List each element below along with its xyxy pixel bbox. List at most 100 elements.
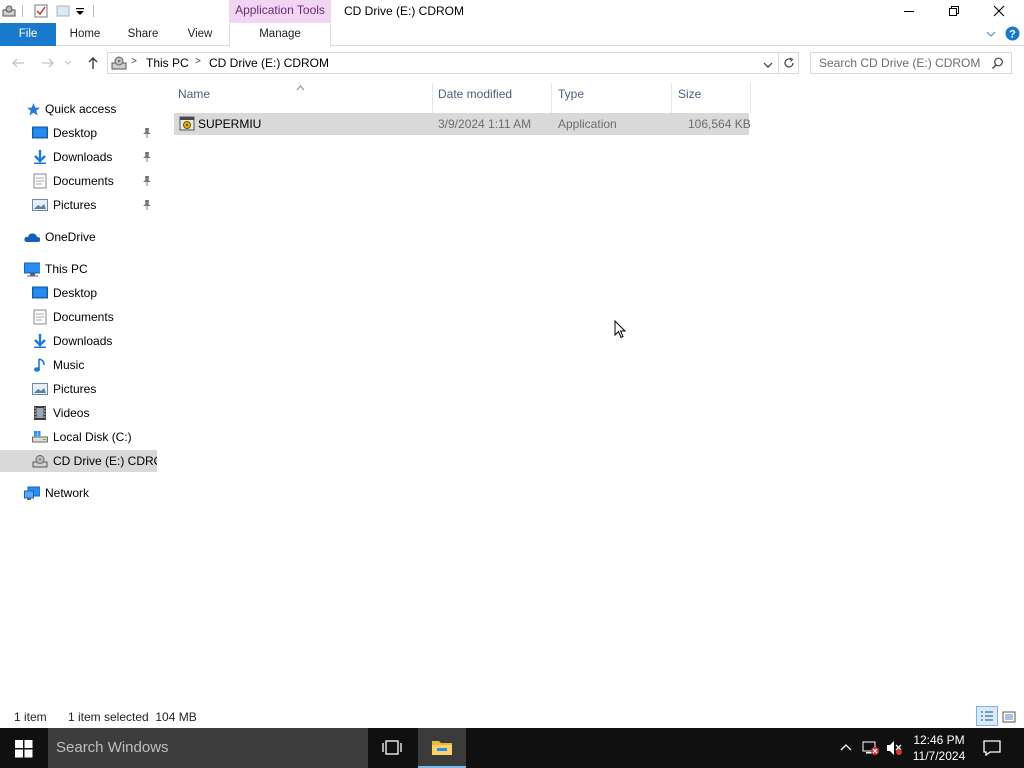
address-dropdown-icon[interactable] (763, 59, 773, 73)
up-button[interactable] (84, 54, 102, 72)
pictures-icon (32, 197, 48, 213)
nav-qa-downloads[interactable]: Downloads (0, 146, 157, 168)
minimize-icon (903, 11, 914, 12)
onedrive-icon (24, 229, 40, 245)
navigation-pane: Quick access Desktop Downloads Documents… (0, 96, 157, 706)
nav-pc-local-disk[interactable]: Local Disk (C:) (0, 426, 157, 448)
column-header-name[interactable]: Name (172, 83, 432, 105)
new-folder-icon[interactable] (56, 4, 70, 18)
drive-icon[interactable] (2, 4, 16, 18)
search-icon[interactable] (991, 57, 1004, 73)
properties-icon[interactable] (34, 4, 48, 18)
nav-label: Pictures (53, 198, 97, 212)
nav-label: OneDrive (45, 230, 96, 244)
back-button[interactable] (9, 54, 27, 72)
tab-home[interactable]: Home (62, 23, 108, 46)
minimize-button[interactable] (886, 0, 931, 22)
breadcrumb-this-pc[interactable]: This PC (146, 56, 189, 70)
customize-quick-access-icon[interactable] (75, 6, 89, 20)
tab-share[interactable]: Share (120, 23, 166, 46)
column-header-type[interactable]: Type (552, 83, 672, 105)
taskbar: Search Windows 12:46 PM 11/7/2024 (0, 728, 1024, 768)
details-view-button[interactable] (976, 706, 998, 726)
nav-quick-access[interactable]: Quick access (0, 98, 157, 120)
nav-pc-music[interactable]: Music (0, 354, 157, 376)
pin-icon[interactable] (142, 199, 152, 211)
pin-icon[interactable] (142, 127, 152, 139)
action-center-icon[interactable] (983, 739, 1001, 760)
videos-icon (32, 405, 48, 421)
nav-qa-desktop[interactable]: Desktop (0, 122, 157, 144)
pin-icon[interactable] (142, 175, 152, 187)
nav-pc-cd-drive[interactable]: CD Drive (E:) CDROM (0, 450, 157, 472)
show-hidden-icons-icon[interactable] (840, 740, 852, 755)
nav-onedrive[interactable]: OneDrive (0, 226, 157, 248)
documents-icon (32, 309, 48, 325)
column-divider[interactable] (750, 83, 751, 113)
breadcrumb-separator[interactable]: > (195, 56, 201, 67)
cd-drive-icon (32, 453, 48, 469)
network-icon (24, 485, 40, 501)
close-icon (993, 5, 1004, 17)
close-button[interactable] (976, 0, 1021, 22)
documents-icon (32, 173, 48, 189)
breadcrumb-separator[interactable]: > (131, 56, 137, 67)
clock[interactable]: 12:46 PM 11/7/2024 (910, 732, 968, 764)
nav-label: Downloads (53, 150, 113, 164)
nav-pc-documents[interactable]: Documents (0, 306, 157, 328)
nav-label: CD Drive (E:) CDROM (53, 454, 157, 468)
separator (22, 5, 23, 17)
column-header-date-modified[interactable]: Date modified (432, 83, 552, 105)
tab-file[interactable]: File (0, 23, 56, 46)
restore-icon (948, 6, 959, 16)
nav-pc-desktop[interactable]: Desktop (0, 282, 157, 304)
nav-label: This PC (45, 262, 88, 276)
breadcrumb-cd-drive[interactable]: CD Drive (E:) CDROM (209, 56, 329, 70)
nav-pc-pictures[interactable]: Pictures (0, 378, 157, 400)
taskbar-file-explorer[interactable] (418, 728, 466, 768)
search-input[interactable] (819, 53, 989, 73)
file-explorer-icon (432, 741, 452, 755)
nav-qa-documents[interactable]: Documents (0, 170, 157, 192)
desktop-icon (32, 285, 48, 301)
downloads-icon (32, 333, 48, 349)
nav-label: Documents (53, 310, 114, 324)
search-box[interactable] (810, 52, 1012, 74)
volume-muted-icon[interactable] (886, 740, 904, 759)
recent-locations-button[interactable] (62, 54, 74, 72)
clock-date: 11/7/2024 (912, 749, 966, 763)
nav-label: Network (45, 486, 90, 500)
taskbar-search-box[interactable]: Search Windows (48, 728, 368, 768)
ribbon-tabs: File Home Share View Manage ? (0, 23, 1024, 47)
expand-ribbon-icon[interactable] (985, 28, 997, 40)
refresh-icon (783, 57, 794, 68)
music-icon (32, 357, 48, 373)
restore-button[interactable] (931, 0, 976, 22)
forward-arrow-icon (42, 58, 54, 68)
file-type: Application (558, 117, 617, 131)
back-arrow-icon (12, 58, 24, 68)
nav-label: Music (53, 358, 85, 372)
nav-network[interactable]: Network (0, 482, 157, 504)
file-row[interactable]: SUPERMIU 3/9/2024 1:11 AM Application 10… (174, 113, 751, 135)
refresh-button[interactable] (778, 52, 799, 74)
nav-label: Videos (53, 406, 90, 420)
nav-pc-videos[interactable]: Videos (0, 402, 157, 424)
start-button[interactable] (15, 740, 33, 761)
help-icon[interactable]: ? (1005, 26, 1020, 41)
tab-view[interactable]: View (177, 23, 223, 46)
forward-button[interactable] (39, 54, 57, 72)
address-bar[interactable]: > This PC > CD Drive (E:) CDROM (107, 52, 779, 74)
desktop-icon (32, 125, 48, 141)
tab-manage[interactable]: Manage (229, 23, 331, 47)
nav-qa-pictures[interactable]: Pictures (0, 194, 157, 216)
task-view-button[interactable] (382, 739, 402, 760)
downloads-icon (32, 149, 48, 165)
network-disconnected-icon[interactable] (862, 740, 880, 759)
nav-pc-downloads[interactable]: Downloads (0, 330, 157, 352)
column-header-size[interactable]: Size (672, 83, 750, 105)
nav-this-pc[interactable]: This PC (0, 258, 157, 280)
svg-text:?: ? (1009, 29, 1016, 41)
pin-icon[interactable] (142, 151, 152, 163)
large-icons-view-button[interactable] (1000, 709, 1018, 725)
